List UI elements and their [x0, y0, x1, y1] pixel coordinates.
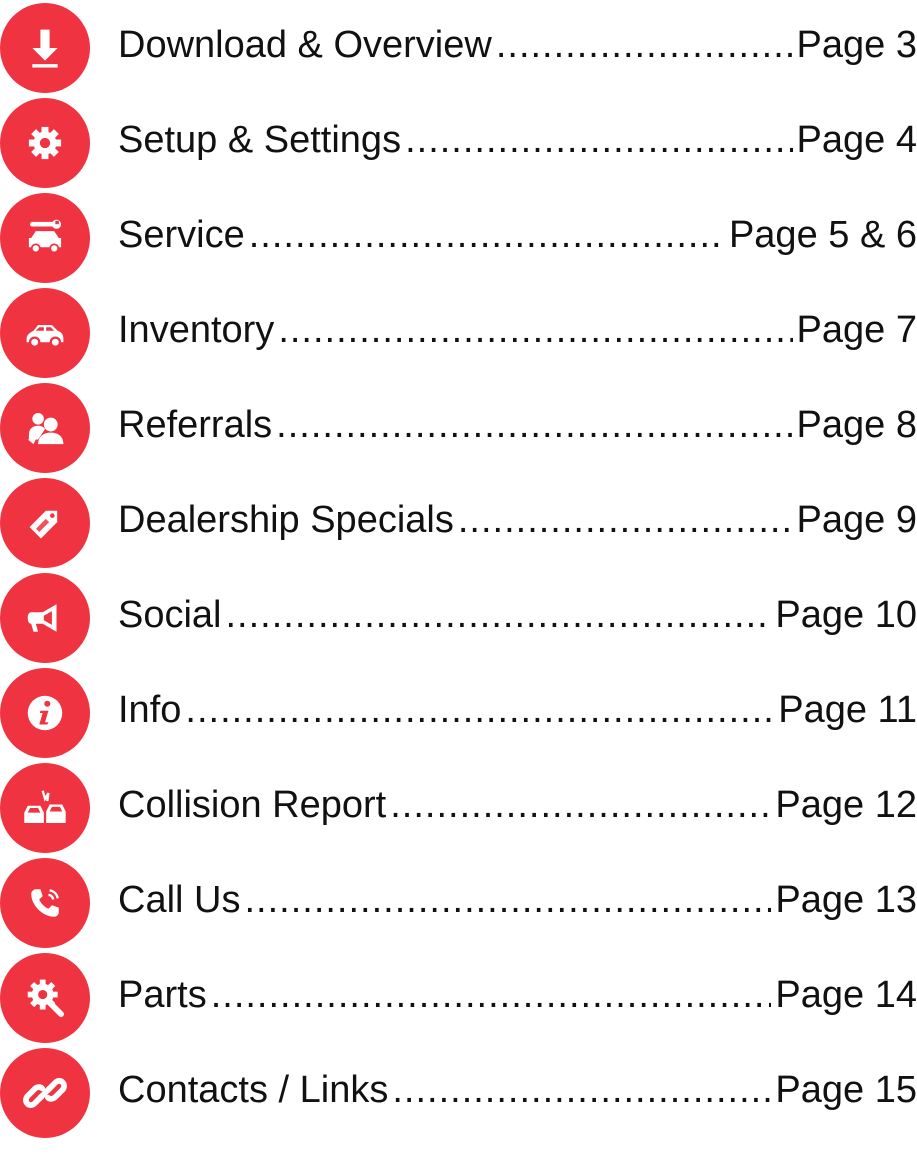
toc-item-dealership-specials[interactable]: Dealership Specials Page 9 [0, 475, 917, 571]
toc-page-number: Page 3 [796, 24, 917, 66]
dot-leader [390, 786, 771, 824]
toc-title: Referrals [118, 404, 273, 446]
dot-leader [496, 26, 793, 64]
toc-title: Contacts / Links [118, 1069, 389, 1111]
toc-page-number: Page 5 & 6 [728, 214, 917, 256]
dot-leader [211, 976, 772, 1014]
toc-title: Inventory [118, 309, 275, 351]
toc-item-download-overview[interactable]: Download & Overview Page 3 [0, 0, 917, 96]
dot-leader [278, 311, 792, 349]
toc-page-number: Page 8 [796, 404, 917, 446]
toc-item-call-us[interactable]: Call Us Page 13 [0, 855, 917, 951]
toc-item-info[interactable]: Info Page 11 [0, 665, 917, 761]
toc-title: Collision Report [118, 784, 387, 826]
download-icon [0, 3, 90, 93]
dot-leader [458, 501, 793, 539]
toc-title: Dealership Specials [118, 499, 454, 541]
dot-leader [226, 596, 772, 634]
toc-item-contacts-links[interactable]: Contacts / Links Page 15 [0, 1045, 917, 1141]
toc-title: Info [118, 689, 182, 731]
link-icon [0, 1048, 90, 1138]
toc-title: Parts [118, 974, 207, 1016]
toc-title: Download & Overview [118, 24, 492, 66]
toc-page-number: Page 9 [796, 499, 917, 541]
toc-item-collision-report[interactable]: Collision Report Page 12 [0, 760, 917, 856]
parts-wrench-icon [0, 953, 90, 1043]
dot-leader [249, 216, 725, 254]
toc-item-referrals[interactable]: Referrals Page 8 [0, 380, 917, 476]
phone-icon [0, 858, 90, 948]
toc-page-number: Page 7 [796, 309, 917, 351]
toc-page-number: Page 11 [778, 689, 917, 731]
toc-page-number: Page 10 [775, 594, 917, 636]
toc-page-number: Page 12 [775, 784, 917, 826]
toc-title: Setup & Settings [118, 119, 402, 161]
toc-item-social[interactable]: Social Page 10 [0, 570, 917, 666]
dot-leader [244, 881, 771, 919]
toc-title: Service [118, 214, 245, 256]
dot-leader [392, 1071, 771, 1109]
toc-item-setup-settings[interactable]: Setup & Settings Page 4 [0, 95, 917, 191]
car-service-icon [0, 193, 90, 283]
car-icon [0, 288, 90, 378]
toc-page-number: Page 15 [775, 1069, 917, 1111]
toc-page-number: Page 4 [796, 119, 917, 161]
collision-icon [0, 763, 90, 853]
megaphone-icon [0, 573, 90, 663]
referral-people-icon [0, 383, 90, 473]
dot-leader [185, 691, 774, 729]
toc-page-number: Page 13 [775, 879, 917, 921]
toc-page-number: Page 14 [775, 974, 917, 1016]
gear-icon [0, 98, 90, 188]
deal-tag-icon [0, 478, 90, 568]
toc-item-service[interactable]: Service Page 5 & 6 [0, 190, 917, 286]
toc-title: Social [118, 594, 222, 636]
toc-title: Call Us [118, 879, 241, 921]
dot-leader [276, 406, 792, 444]
toc-item-parts[interactable]: Parts Page 14 [0, 950, 917, 1046]
info-icon [0, 668, 90, 758]
table-of-contents: Download & Overview Page 3 Setup & Setti… [0, 0, 917, 1165]
dot-leader [405, 121, 792, 159]
toc-item-inventory[interactable]: Inventory Page 7 [0, 285, 917, 381]
